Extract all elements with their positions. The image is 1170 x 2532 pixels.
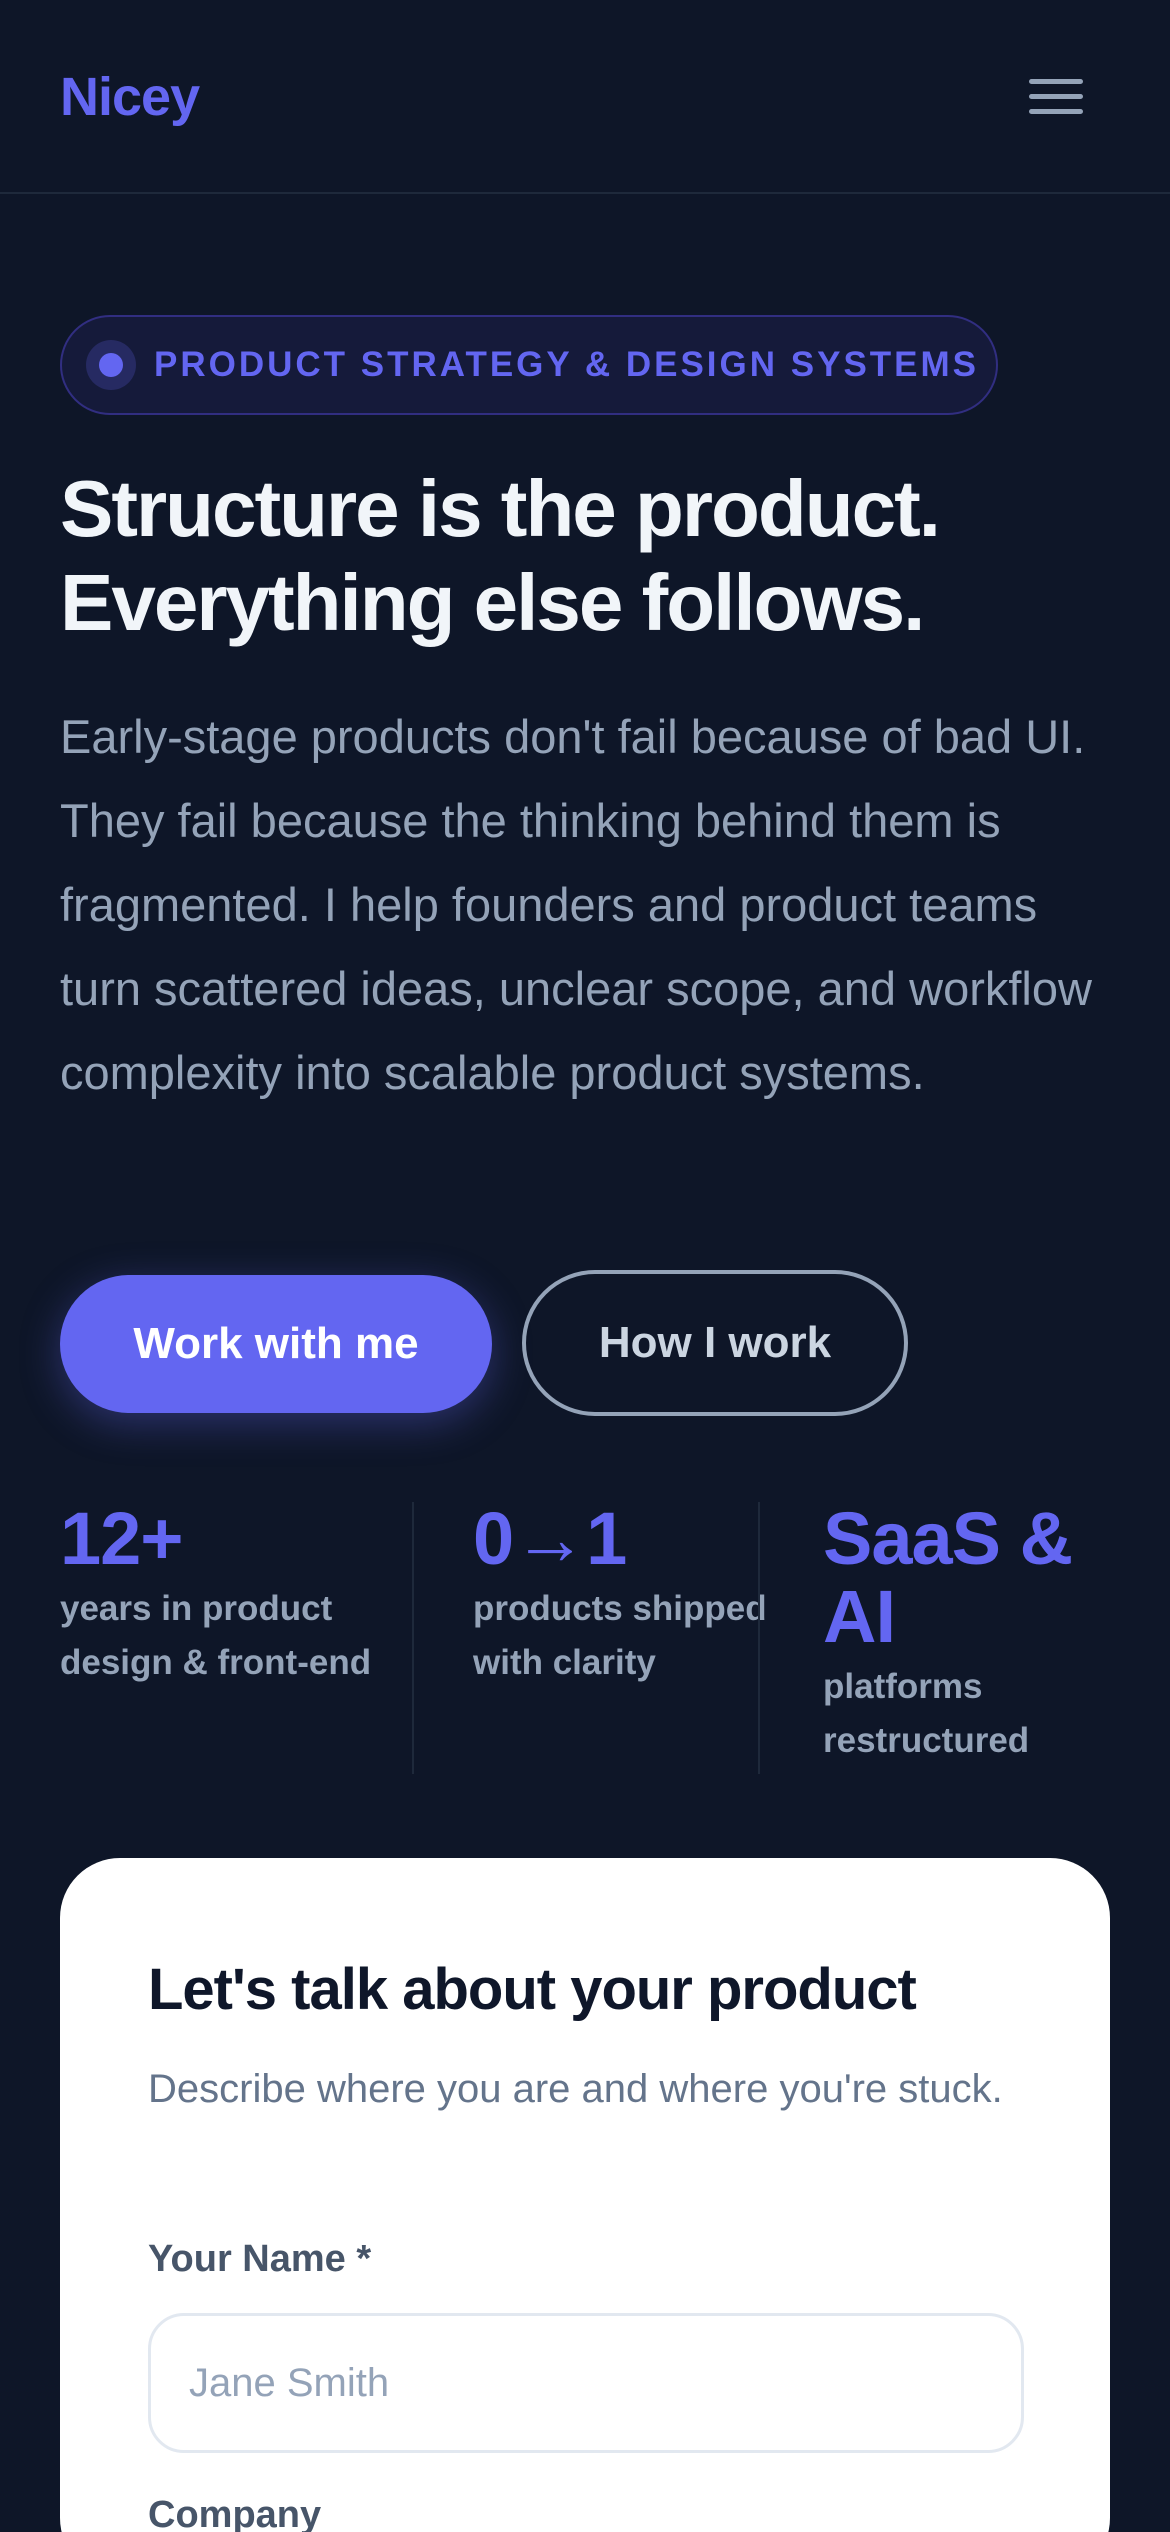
hero-title: Structure is the product. Everything els…	[60, 462, 1120, 650]
stat-platforms: SaaS & AI platforms restructured	[823, 1500, 1123, 1768]
stat-value: 12+	[60, 1497, 184, 1580]
name-field-label: Your Name *	[148, 2238, 372, 2280]
badge-label: PRODUCT STRATEGY & DESIGN SYSTEMS	[154, 345, 980, 384]
menu-line	[1029, 78, 1083, 84]
stat-label: products shipped with clarity	[473, 1589, 767, 1682]
top-navigation-bar: Nicey	[0, 0, 1170, 194]
how-i-work-button[interactable]: How I work	[522, 1270, 908, 1416]
contact-title: Let's talk about your product	[148, 1957, 917, 2022]
badge-dot-icon	[86, 340, 136, 390]
hero-title-line-1: Structure is the product.	[60, 464, 941, 553]
menu-line	[1029, 108, 1083, 114]
badge-dot	[99, 353, 123, 377]
work-with-me-button[interactable]: Work with me	[60, 1275, 492, 1413]
stat-value: 0→1	[473, 1497, 627, 1580]
contact-subtitle: Describe where you are and where you're …	[148, 2067, 1003, 2111]
stat-label: years in product design & front-end	[60, 1589, 372, 1682]
menu-line	[1029, 93, 1083, 99]
name-input[interactable]	[148, 2313, 1024, 2453]
category-badge: PRODUCT STRATEGY & DESIGN SYSTEMS	[60, 315, 998, 415]
stat-products: 0→1 products shipped with clarity	[473, 1500, 773, 1690]
hamburger-menu-icon[interactable]	[1020, 66, 1092, 126]
stat-divider	[758, 1502, 760, 1774]
contact-form-card: Let's talk about your product Describe w…	[60, 1858, 1110, 2532]
hero-description: Early-stage products don't fail because …	[60, 710, 1092, 1099]
page: Nicey PRODUCT STRATEGY & DESIGN SYSTEMS …	[0, 0, 1170, 2532]
stat-years: 12+ years in product design & front-end	[60, 1500, 420, 1690]
stat-value: SaaS & AI	[823, 1497, 1073, 1658]
stat-label: platforms restructured	[823, 1667, 1030, 1760]
logo[interactable]: Nicey	[60, 66, 200, 128]
stat-divider	[412, 1502, 414, 1774]
company-field-label: Company	[148, 2494, 322, 2532]
hero-title-line-2: Everything else follows.	[60, 558, 925, 647]
